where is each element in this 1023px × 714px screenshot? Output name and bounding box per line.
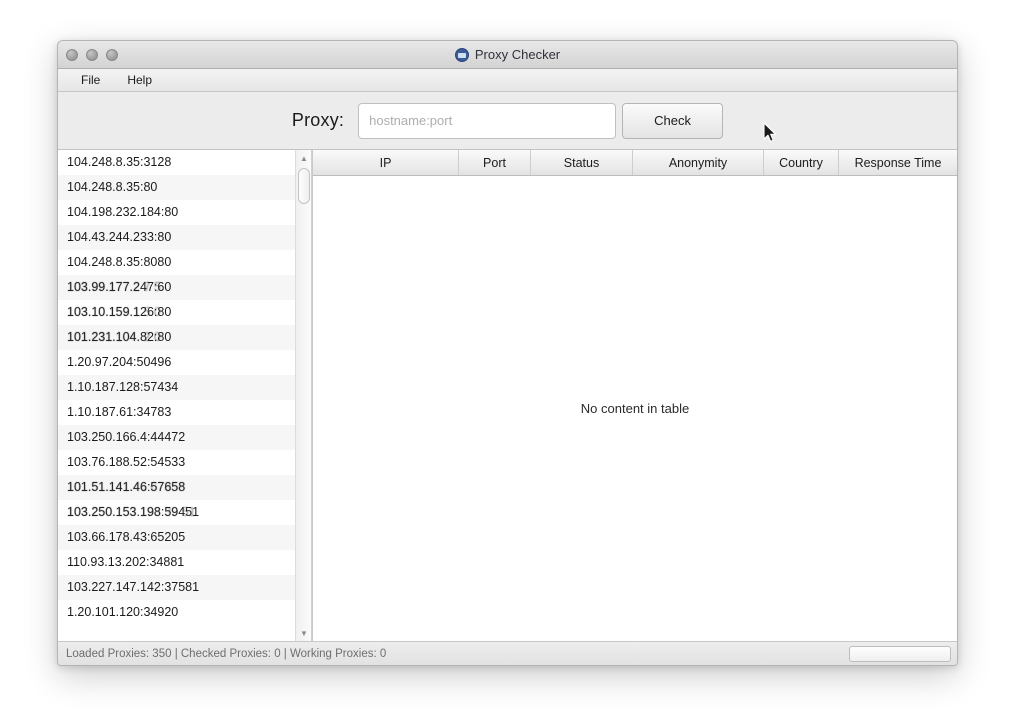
minimize-button[interactable]	[86, 48, 98, 61]
proxy-list-item-label: 103.66.178.43:65205	[67, 530, 186, 544]
results-pane: IP Port Status Anonymity Country Response Tim…	[312, 150, 957, 641]
proxy-list-item-label: 1.20.97.204:50496	[67, 355, 172, 369]
proxy-list-item[interactable]: 104.43.244.233:80	[58, 225, 295, 250]
check-button[interactable]: Check	[622, 102, 724, 139]
maximize-button[interactable]	[106, 48, 118, 61]
proxy-list-item[interactable]: 104.248.8.35:8080	[58, 250, 295, 275]
proxy-list-item-label: 104.248.8.35:3128	[67, 155, 172, 169]
scrollbar-thumb[interactable]	[298, 168, 310, 204]
proxy-list-item-label: 101.231.104.82:80	[67, 330, 172, 344]
menu-bar: File Help	[58, 69, 957, 92]
proxy-list-item-label: 101.51.141.46:57658	[67, 480, 186, 494]
proxy-list-item[interactable]: 103.250.153.198:59451 103.250.153 193 39 …	[58, 500, 295, 525]
proxy-toolbar-group: Proxy: Check	[291, 102, 724, 139]
results-table: IP Port Status Anonymity Country Response Tim…	[312, 150, 957, 641]
scroll-up-icon[interactable]: ▲	[296, 150, 311, 166]
app-circle-icon	[454, 47, 469, 62]
proxy-list-item[interactable]: 103.250.166.4:44472	[58, 425, 295, 450]
menu-item-file[interactable]: File	[70, 71, 111, 89]
window-title-group: Proxy Checker	[454, 47, 561, 62]
proxy-list-item-label: 103.76.188.52:54533	[67, 455, 186, 469]
proxy-list-item-label: 1.10.187.128:57434	[67, 380, 179, 394]
column-header-port[interactable]: Port	[459, 150, 531, 175]
scroll-down-icon[interactable]: ▼	[296, 625, 311, 641]
proxy-list-item-label: 110.93.13.202:34881	[67, 555, 185, 569]
proxy-list-scrollbar[interactable]: ▲ ▼	[295, 150, 311, 641]
proxy-list-item-label: 1.20.101.120:34920	[67, 605, 179, 619]
proxy-list-item[interactable]: 103.99.177.247:60 103.99.177.2 7 5	[58, 275, 295, 300]
column-header-ip[interactable]: IP	[313, 150, 459, 175]
proxy-list-item-label: 103.99.177.247:60	[67, 280, 172, 294]
proxy-list-item-label: 103.250.166.4:44472	[67, 430, 186, 444]
results-table-body[interactable]: No content in table	[313, 176, 957, 641]
proxy-checker-window: Proxy Checker File Help Proxy: Check 104…	[57, 40, 958, 666]
proxy-list-item-label: 103.10.159.126:80	[67, 305, 172, 319]
status-text: Loaded Proxies: 350 | Checked Proxies: 0…	[66, 647, 387, 660]
desktop-background: Proxy Checker File Help Proxy: Check 104…	[0, 0, 1023, 714]
proxy-list-item[interactable]: 1.20.101.120:34920	[58, 600, 295, 625]
proxy-list-item[interactable]: 103.227.147.142:37581	[58, 575, 295, 600]
proxy-list-item-label: 103.250.153.198:59451	[67, 505, 200, 519]
menu-item-help[interactable]: Help	[116, 71, 163, 89]
proxy-list-item[interactable]: 1.10.187.128:57434	[58, 375, 295, 400]
close-button[interactable]	[66, 48, 78, 61]
proxy-list-item[interactable]: 104.248.8.35:80	[58, 175, 295, 200]
proxy-list-item-label: 104.43.244.233:80	[67, 230, 172, 244]
proxy-list-item-label: 104.248.8.35:8080	[67, 255, 172, 269]
window-controls	[66, 41, 118, 68]
status-bar: Loaded Proxies: 350 | Checked Proxies: 0…	[58, 641, 957, 665]
window-titlebar[interactable]: Proxy Checker	[58, 41, 957, 69]
proxy-list-item-label: 104.248.8.35:80	[67, 180, 158, 194]
proxy-list-item[interactable]: 104.248.8.35:3128	[58, 150, 295, 175]
progress-bar	[849, 645, 951, 662]
proxy-list-item-label: 104.198.232.184:80	[67, 205, 179, 219]
proxy-list-item[interactable]: 103.10.159.126:80 103.10.159.1 5 0	[58, 300, 295, 325]
proxy-list-item[interactable]: 101.51.141.46:57658 101.51.141.46 67858	[58, 475, 295, 500]
proxy-list[interactable]: 104.248.8.35:3128 104.248.8.35:80 104.198.…	[58, 150, 295, 641]
proxy-toolbar: Proxy: Check	[58, 92, 957, 150]
empty-table-message: No content in table	[580, 401, 690, 416]
column-header-country[interactable]: Country	[764, 150, 839, 175]
window-title: Proxy Checker	[474, 47, 561, 62]
proxy-list-item[interactable]: 104.198.232.184:80	[58, 200, 295, 225]
results-table-header: IP Port Status Anonymity Country Response Tim…	[313, 150, 957, 176]
proxy-label: Proxy:	[291, 110, 345, 130]
proxy-list-pane: 104.248.8.35:3128 104.248.8.35:80 104.198.…	[58, 150, 312, 641]
proxy-list-item[interactable]: 1.20.97.204:50496	[58, 350, 295, 375]
main-content: 104.248.8.35:3128 104.248.8.35:80 104.198.…	[58, 150, 957, 641]
proxy-list-item-label: 103.227.147.142:37581	[67, 580, 200, 594]
column-header-response-time[interactable]: Response Time	[839, 150, 957, 175]
column-header-status[interactable]: Status	[531, 150, 633, 175]
column-header-anonymity[interactable]: Anonymity	[633, 150, 764, 175]
proxy-list-item-label: 1.10.187.61:34783	[67, 405, 172, 419]
proxy-list-item[interactable]: 103.76.188.52:54533	[58, 450, 295, 475]
proxy-list-item[interactable]: 1.10.187.61:34783	[58, 400, 295, 425]
proxy-list-item[interactable]: 101.231.104.82:80 101.231.104. 2 0	[58, 325, 295, 350]
proxy-input[interactable]	[358, 102, 617, 139]
proxy-list-item[interactable]: 103.66.178.43:65205	[58, 525, 295, 550]
proxy-list-item[interactable]: 110.93.13.202:34881	[58, 550, 295, 575]
